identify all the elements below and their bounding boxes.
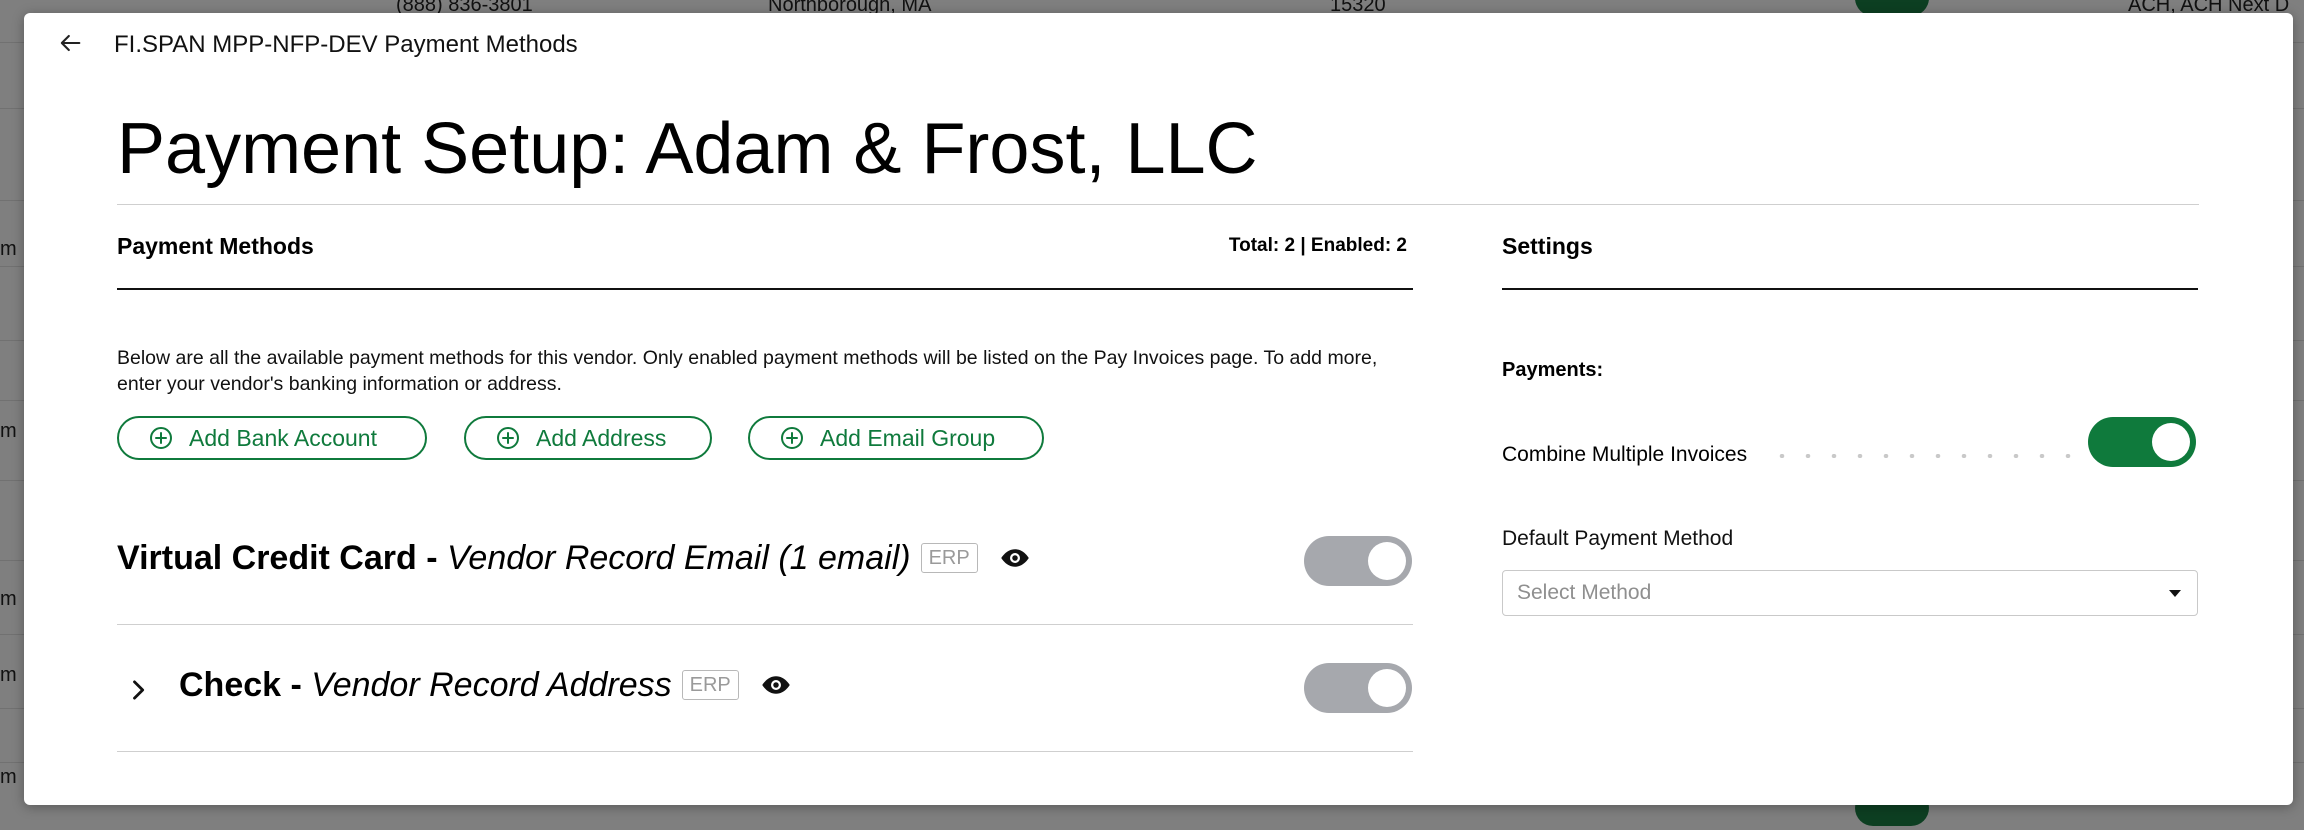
toggle-knob	[1368, 542, 1406, 580]
add-email-group-button[interactable]: Add Email Group	[748, 416, 1044, 460]
title-divider	[117, 204, 2199, 205]
select-placeholder: Select Method	[1517, 581, 1652, 604]
chevron-right-icon[interactable]	[124, 676, 152, 704]
dotted-leader	[1769, 454, 2073, 458]
payments-label: Payments:	[1502, 359, 1604, 381]
default-payment-method-label: Default Payment Method	[1502, 527, 1734, 550]
modal-header: FI.SPAN MPP-NFP-DEV Payment Methods	[24, 13, 2293, 71]
caret-down-icon	[2169, 590, 2181, 597]
payment-method-virtual-credit-card: Virtual Credit Card - Vendor Record Emai…	[117, 541, 1030, 575]
payment-method-name: Check -	[179, 666, 302, 704]
row-divider	[117, 624, 1413, 625]
add-address-button[interactable]: Add Address	[464, 416, 712, 460]
add-email-group-label: Add Email Group	[820, 424, 996, 451]
default-payment-method-select[interactable]: Select Method	[1502, 570, 2198, 616]
payment-methods-heading: Payment Methods	[117, 233, 314, 259]
combine-invoices-toggle[interactable]	[2088, 417, 2196, 467]
payment-methods-totals: Total: 2 | Enabled: 2	[1228, 235, 1407, 256]
settings-heading: Settings	[1502, 233, 1593, 259]
eye-icon[interactable]	[1000, 543, 1030, 573]
page-title: Payment Setup: Adam & Frost, LLC	[117, 109, 1258, 189]
erp-badge: ERP	[681, 670, 739, 700]
add-address-label: Add Address	[536, 424, 667, 451]
payment-methods-description: Below are all the available payment meth…	[117, 347, 1378, 395]
payment-method-check: Check - Vendor Record Address ERP	[179, 668, 791, 702]
row-divider	[117, 751, 1413, 752]
add-bank-account-label: Add Bank Account	[189, 424, 377, 451]
virtual-credit-card-toggle[interactable]	[1304, 536, 1412, 586]
eye-icon[interactable]	[761, 670, 791, 700]
check-toggle[interactable]	[1304, 663, 1412, 713]
payment-method-detail: Vendor Record Email (1 email)	[447, 539, 911, 577]
add-bank-account-button[interactable]: Add Bank Account	[117, 416, 427, 460]
payment-method-name: Virtual Credit Card -	[117, 539, 438, 577]
toggle-knob	[1368, 669, 1406, 707]
payment-method-detail: Vendor Record Address	[311, 666, 672, 704]
settings-divider	[1502, 288, 2198, 290]
erp-badge: ERP	[920, 543, 978, 573]
plus-circle-icon	[150, 427, 172, 449]
modal-title: FI.SPAN MPP-NFP-DEV Payment Methods	[114, 31, 578, 58]
toggle-knob	[2152, 423, 2190, 461]
combine-invoices-label: Combine Multiple Invoices	[1502, 443, 1748, 466]
plus-circle-icon	[497, 427, 519, 449]
payment-methods-divider	[117, 288, 1413, 290]
payment-methods-modal: FI.SPAN MPP-NFP-DEV Payment Methods Paym…	[24, 13, 2293, 805]
plus-circle-icon	[781, 427, 803, 449]
back-arrow-icon[interactable]	[56, 29, 84, 57]
